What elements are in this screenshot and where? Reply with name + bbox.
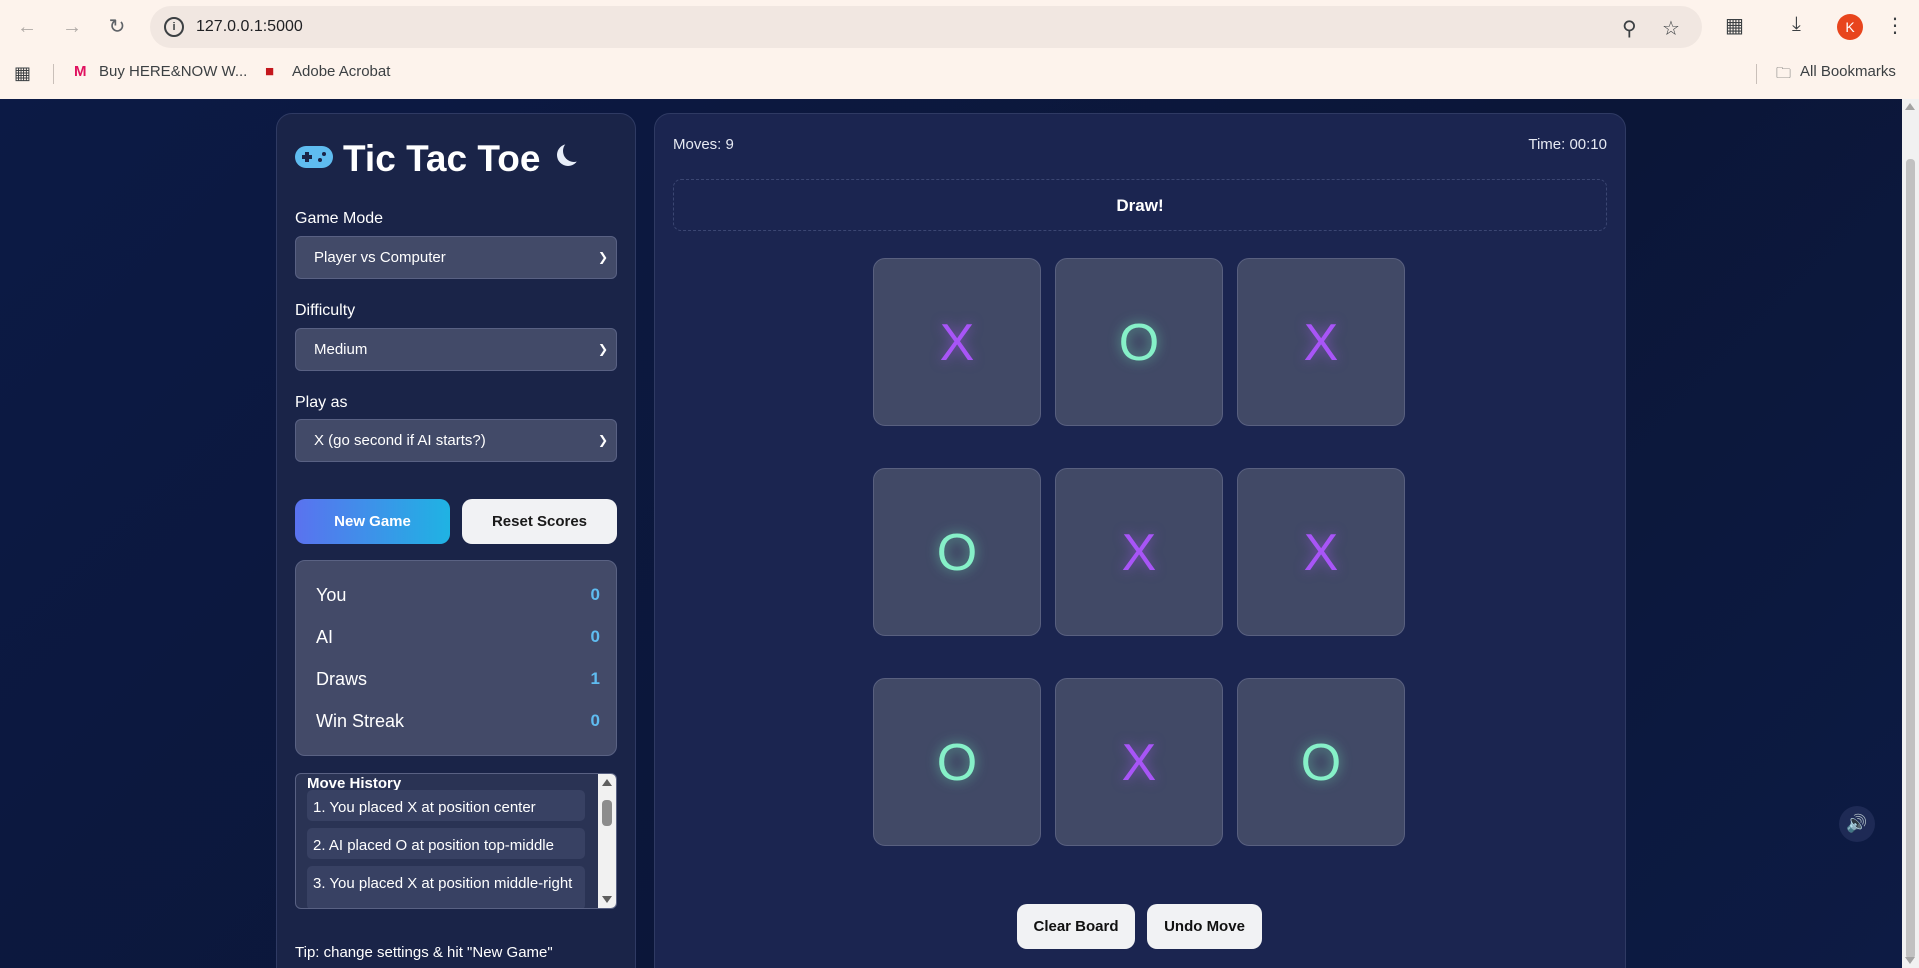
score-row-you: You 0 <box>316 585 600 609</box>
game-mode-select[interactable]: Player vs Computer ❯ <box>295 236 617 279</box>
play-as-select[interactable]: X (go second if AI starts?) ❯ <box>295 419 617 462</box>
board-cell[interactable]: O <box>873 468 1041 636</box>
browser-chrome: ← → ↻ i 127.0.0.1:5000 ⚲ ☆ ▦ ⤓ K ⋮ ▦ M B… <box>0 0 1919 99</box>
move-history-panel[interactable]: Move History 1. You placed X at position… <box>295 773 617 909</box>
profile-avatar[interactable]: K <box>1837 14 1863 40</box>
score-name: AI <box>316 627 334 647</box>
score-value: 0 <box>590 627 600 646</box>
game-mode-value: Player vs Computer <box>314 249 446 266</box>
reload-icon[interactable]: ↻ <box>104 14 130 40</box>
star-icon[interactable]: ☆ <box>1662 16 1680 41</box>
gamepad-icon <box>295 146 333 168</box>
all-bookmarks[interactable]: All Bookmarks <box>1800 63 1896 80</box>
score-row-draws: Draws 1 <box>316 669 600 693</box>
bookmark-myntra[interactable]: Buy HERE&NOW W... <box>99 63 247 80</box>
site-info-icon[interactable]: i <box>164 17 184 37</box>
board-cell[interactable]: X <box>1055 678 1223 846</box>
history-scrollbar[interactable] <box>598 774 616 908</box>
board-cell[interactable]: X <box>1237 258 1405 426</box>
url-text: 127.0.0.1:5000 <box>196 18 303 35</box>
history-item: 2. AI placed O at position top-middle <box>307 828 585 859</box>
chevron-down-icon: ❯ <box>597 250 608 264</box>
clear-board-button[interactable]: Clear Board <box>1017 904 1135 949</box>
acrobat-icon: ■ <box>265 63 275 80</box>
download-icon[interactable]: ⤓ <box>1792 13 1801 36</box>
tip-text: Tip: change settings & hit "New Game" <box>295 944 553 961</box>
scroll-up-icon[interactable] <box>1905 103 1915 110</box>
history-item: 3. You placed X at position middle-right <box>307 866 585 908</box>
scroll-up-icon[interactable] <box>602 779 612 786</box>
board-cell[interactable]: O <box>1055 258 1223 426</box>
game-mode-label: Game Mode <box>295 210 384 227</box>
address-bar[interactable]: i 127.0.0.1:5000 ⚲ ☆ <box>150 6 1702 48</box>
board-cell[interactable]: O <box>873 678 1041 846</box>
score-name: Draws <box>316 669 368 689</box>
scroll-thumb[interactable] <box>1906 159 1915 959</box>
folder-icon: 🗀 <box>1776 65 1792 82</box>
sound-toggle-icon[interactable]: 🔊 <box>1839 806 1875 842</box>
page: Tic Tac Toe Game Mode Player vs Computer… <box>0 99 1902 968</box>
score-value: 0 <box>590 585 600 604</box>
play-as-label: Play as <box>295 394 348 411</box>
new-game-button[interactable]: New Game <box>295 499 450 544</box>
myntra-logo-icon: M <box>74 63 87 80</box>
page-scrollbar[interactable] <box>1902 99 1919 968</box>
extensions-icon[interactable]: ▦ <box>1725 13 1744 38</box>
bookmarks-bar: ▦ M Buy HERE&NOW W... ■ Adobe Acrobat 🗀 … <box>0 56 1919 88</box>
game-timer: Time: 00:10 <box>1528 136 1607 153</box>
menu-icon[interactable]: ⋮ <box>1885 13 1905 38</box>
reset-scores-button[interactable]: Reset Scores <box>462 499 617 544</box>
bookmark-acrobat[interactable]: Adobe Acrobat <box>292 63 390 80</box>
history-item: 1. You placed X at position center <box>307 790 585 821</box>
board-cell[interactable]: X <box>873 258 1041 426</box>
score-name: You <box>316 585 347 605</box>
back-icon[interactable]: ← <box>14 14 40 40</box>
score-name: Win Streak <box>316 711 405 731</box>
scroll-down-icon[interactable] <box>1905 957 1915 964</box>
scroll-down-icon[interactable] <box>602 896 612 903</box>
score-row-ai: AI 0 <box>316 627 600 651</box>
scroll-thumb[interactable] <box>602 800 612 826</box>
difficulty-select[interactable]: Medium ❯ <box>295 328 617 371</box>
board-panel: Moves: 9 Time: 00:10 Draw! X O X O X X O… <box>654 113 1626 968</box>
score-row-win-streak: Win Streak 0 <box>316 711 600 735</box>
score-value: 0 <box>590 711 600 730</box>
sidebar-panel: Tic Tac Toe Game Mode Player vs Computer… <box>276 113 636 968</box>
undo-move-button[interactable]: Undo Move <box>1147 904 1262 949</box>
game-status: Draw! <box>673 179 1607 231</box>
forward-icon[interactable]: → <box>59 14 85 40</box>
moves-counter: Moves: 9 <box>673 136 734 153</box>
difficulty-value: Medium <box>314 341 368 358</box>
difficulty-label: Difficulty <box>295 302 356 319</box>
scoreboard: You 0 AI 0 Draws 1 Win Streak 0 <box>295 560 617 756</box>
zoom-icon[interactable]: ⚲ <box>1622 16 1637 41</box>
chevron-down-icon: ❯ <box>597 342 608 356</box>
board-cell[interactable]: O <box>1237 678 1405 846</box>
bookmarks-divider-right <box>1756 64 1757 84</box>
play-as-value: X (go second if AI starts?) <box>314 432 486 449</box>
board-cell[interactable]: X <box>1237 468 1405 636</box>
bookmarks-divider <box>53 64 54 84</box>
chevron-down-icon: ❯ <box>597 433 608 447</box>
score-value: 1 <box>590 669 600 688</box>
app-title: Tic Tac Toe <box>343 138 541 179</box>
dark-mode-toggle-icon[interactable] <box>563 140 585 162</box>
apps-grid-icon[interactable]: ▦ <box>14 63 31 84</box>
board-cell[interactable]: X <box>1055 468 1223 636</box>
